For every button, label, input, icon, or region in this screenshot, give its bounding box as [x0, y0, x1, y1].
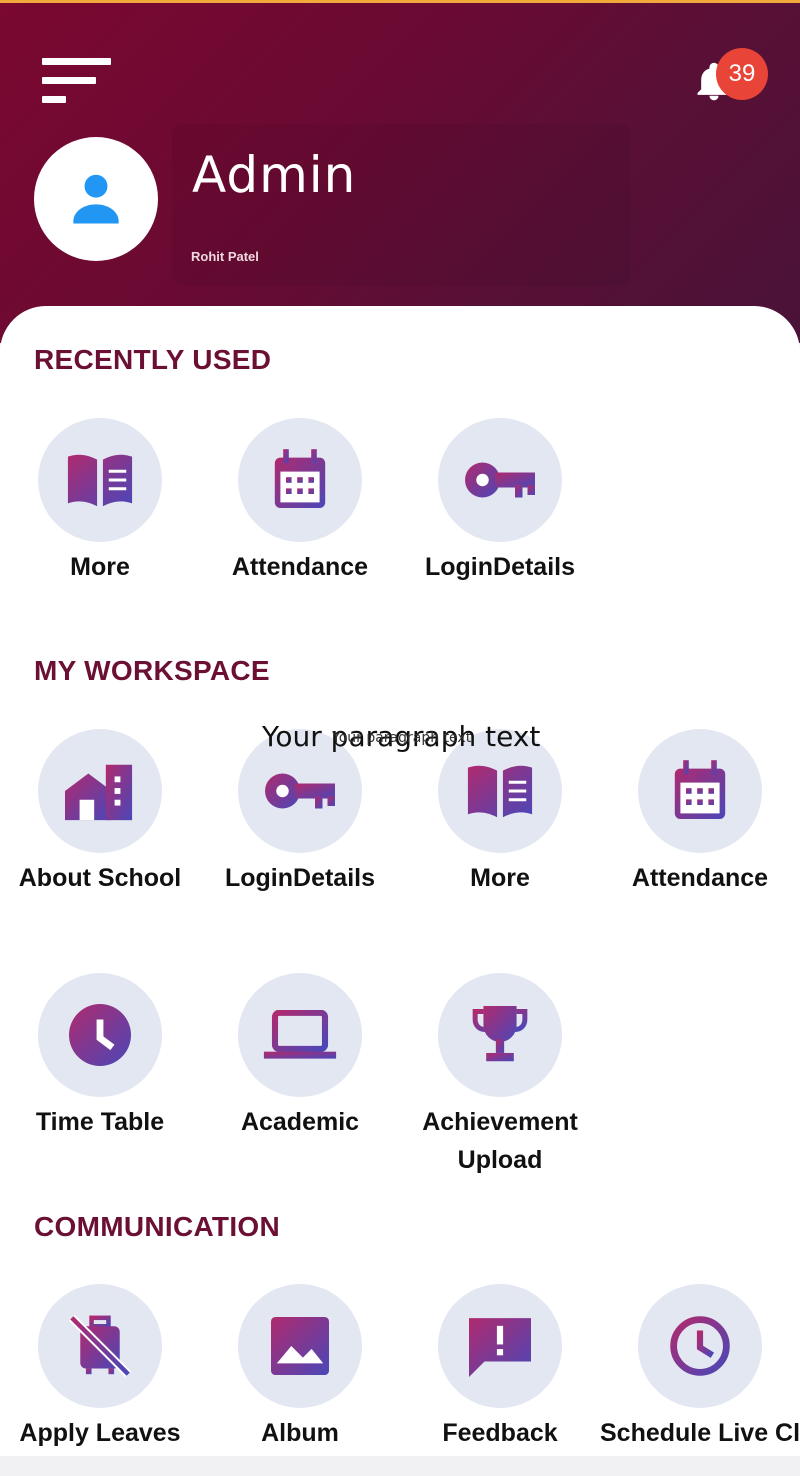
notification-count-badge: 39 — [716, 48, 768, 100]
calendar-icon — [274, 449, 326, 508]
tile-label: Time Table — [35, 1108, 165, 1136]
tile-label: About School — [18, 864, 182, 892]
user-role: Admin — [192, 146, 357, 204]
menu-icon-bar — [42, 58, 111, 65]
clock-icon — [69, 1004, 131, 1066]
communication-tile-schedule-live[interactable]: Schedule Live Cl — [600, 1284, 800, 1452]
book-icon — [67, 454, 133, 507]
recent-tile-logindetails[interactable]: LoginDetails — [400, 418, 600, 586]
tile-label: LoginDetails — [224, 864, 375, 892]
tile-label: Album — [261, 1419, 339, 1447]
workspace-tile-achievement-upload[interactable]: Achievement Upload — [400, 973, 600, 1179]
tile-label: Schedule Live Cl — [600, 1419, 800, 1447]
laptop-icon — [263, 1010, 337, 1059]
calendar-icon — [674, 760, 726, 819]
feedback-icon — [469, 1318, 531, 1377]
tile-label: LoginDetails — [424, 553, 575, 581]
tile-label: Attendance — [631, 864, 769, 892]
avatar[interactable] — [34, 137, 158, 261]
communication-tile-album[interactable]: Album — [200, 1284, 400, 1452]
placeholder-paragraph-text-small: Your paragraph text — [332, 730, 472, 746]
key-icon — [265, 773, 335, 809]
workspace-tile-logindetails[interactable]: LoginDetails — [200, 729, 400, 897]
workspace-tile-about-school[interactable]: About School — [0, 729, 200, 897]
section-title-communication: COMMUNICATION — [34, 1211, 281, 1242]
workspace-tile-more[interactable]: More — [400, 729, 600, 897]
section-title-my-workspace: MY WORKSPACE — [34, 655, 270, 686]
bottom-edge — [0, 1456, 800, 1476]
school-icon — [65, 764, 133, 821]
tile-label: Feedback — [442, 1419, 558, 1447]
communication-tile-apply-leaves[interactable]: Apply Leaves — [0, 1284, 200, 1452]
tile-label: Academic — [240, 1108, 360, 1136]
schedule-clock-icon — [670, 1316, 730, 1376]
user-icon — [73, 174, 119, 224]
recent-tile-attendance[interactable]: Attendance — [200, 418, 400, 586]
tile-label: Apply Leaves — [19, 1419, 181, 1447]
tile-label: Attendance — [231, 553, 369, 581]
no-luggage-icon — [69, 1315, 131, 1377]
workspace-tile-time-table[interactable]: Time Table — [0, 973, 200, 1141]
image-icon — [271, 1317, 329, 1375]
book-icon — [467, 765, 533, 818]
workspace-tile-academic[interactable]: Academic — [200, 973, 400, 1141]
tile-label: More — [70, 553, 130, 581]
section-title-recently-used: RECENTLY USED — [34, 344, 272, 375]
tile-label: Achievement Upload — [422, 1108, 578, 1174]
trophy-icon — [472, 1006, 528, 1062]
menu-icon-bar — [42, 96, 66, 103]
menu-icon-bar — [42, 77, 96, 84]
key-icon — [465, 462, 535, 498]
workspace-tile-attendance[interactable]: Attendance — [600, 729, 800, 897]
recent-tile-more[interactable]: More — [0, 418, 200, 586]
user-name: Rohit Patel — [191, 249, 259, 264]
communication-tile-feedback[interactable]: Feedback — [400, 1284, 600, 1452]
tile-label: More — [470, 864, 530, 892]
menu-button[interactable] — [42, 58, 114, 108]
